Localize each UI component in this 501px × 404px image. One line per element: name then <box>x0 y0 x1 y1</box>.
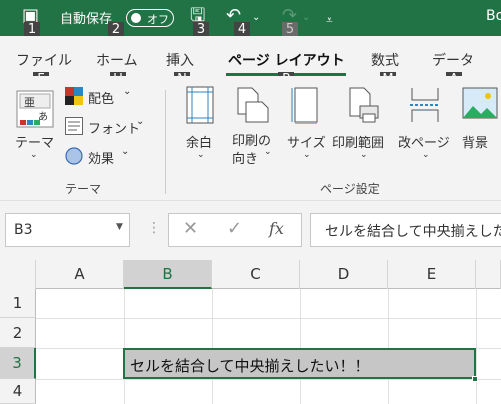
redo-dropdown-icon[interactable]: ⌄ <box>302 7 310 29</box>
orientation-label-line2: 向き <box>232 152 259 167</box>
tab-formulas[interactable]: 数式 <box>371 50 399 70</box>
orientation-button[interactable]: 印刷の 向き ⌄ <box>228 86 278 170</box>
themes-button[interactable]: 亜 あ テーマ ⌄ <box>12 90 58 166</box>
print-area-icon <box>349 87 379 123</box>
size-icon <box>291 87 318 124</box>
column-header-a[interactable]: A <box>36 260 124 289</box>
orientation-icon <box>237 87 269 123</box>
print-area-button[interactable]: 印刷範囲 ⌄ <box>332 86 394 170</box>
theme-icon: 亜 あ <box>16 90 54 128</box>
column-headers: A B C D E <box>0 260 501 289</box>
dropdown-arrow-icon[interactable]: ▼ <box>116 222 123 232</box>
chevron-down-icon: ⌄ <box>121 146 130 157</box>
themes-group-label: テーマ <box>65 182 102 196</box>
insert-function-icon[interactable]: fx <box>269 219 284 238</box>
more-options-icon[interactable]: ⋮ <box>147 220 161 236</box>
column-header-c[interactable]: C <box>212 260 300 289</box>
gridline <box>36 318 501 319</box>
fonts-button[interactable]: フォント ⌄ <box>65 116 150 138</box>
row-header-1[interactable]: 1 <box>0 289 36 318</box>
tab-data[interactable]: データ <box>432 50 474 70</box>
background-image-icon <box>462 87 498 119</box>
effects-icon <box>65 147 83 165</box>
margins-icon <box>186 86 214 124</box>
row-header-3[interactable]: 3 <box>0 348 36 379</box>
gridline <box>124 289 125 404</box>
cancel-icon[interactable]: ✕ <box>183 218 198 239</box>
selected-cell-range[interactable]: セルを結合して中央揃えしたい！！ <box>123 348 476 379</box>
tab-insert[interactable]: 挿入 <box>166 50 194 70</box>
gridline <box>36 379 501 380</box>
colors-label: 配色 <box>88 92 115 107</box>
column-header-e[interactable]: E <box>388 260 476 289</box>
breaks-label: 改ページ <box>398 136 450 151</box>
confirm-icon[interactable]: ✓ <box>227 218 242 239</box>
tab-home[interactable]: ホーム <box>96 50 138 70</box>
gridline <box>212 289 213 404</box>
title-bar: ▣ 1 自動保存 2 オフ 🖫 3 ↶ ⌄ 4 ↷ ⌄ 5 ⩡ Bo <box>0 0 501 39</box>
column-header-b[interactable]: B <box>124 260 212 289</box>
formula-text: セルを結合して中央揃えしたい！！ <box>325 224 501 240</box>
margins-label: 余白 <box>186 136 213 151</box>
chevron-down-icon: ⌄ <box>360 150 368 160</box>
undo-dropdown-icon[interactable]: ⌄ <box>252 7 260 29</box>
name-box-value: B3 <box>14 222 33 238</box>
gridline <box>476 289 477 404</box>
breaks-button[interactable]: 改ページ ⌄ <box>396 86 456 170</box>
colors-button[interactable]: 配色 ⌄ <box>65 86 145 108</box>
chevron-down-icon: ⌄ <box>30 150 38 160</box>
svg-text:亜: 亜 <box>24 96 35 109</box>
chevron-down-icon: ⌄ <box>123 86 132 97</box>
autosave-label: 自動保存 <box>60 12 113 27</box>
print-area-label: 印刷範囲 <box>332 136 385 151</box>
chevron-down-icon: ⌄ <box>303 150 311 160</box>
background-button[interactable]: 背景 <box>460 86 501 170</box>
window-title: Bo <box>486 8 501 24</box>
chevron-down-icon: ⌄ <box>422 150 430 160</box>
autosave-toggle[interactable]: オフ <box>126 9 174 27</box>
group-divider <box>165 90 166 194</box>
select-all-corner[interactable] <box>0 260 36 289</box>
effects-label: 効果 <box>88 152 115 167</box>
formula-tools: ✕ ✓ fx <box>168 213 302 247</box>
theme-label: テーマ <box>15 136 55 151</box>
margins-button[interactable]: 余白 ⌄ <box>182 86 218 170</box>
chevron-down-icon: ⌄ <box>136 116 145 127</box>
effects-button[interactable]: 効果 ⌄ <box>65 146 140 168</box>
size-label: サイズ <box>287 136 326 151</box>
autosave-state: オフ <box>147 13 169 26</box>
customize-toolbar-icon[interactable]: ⩡ <box>326 9 333 31</box>
tab-file[interactable]: ファイル <box>16 50 72 70</box>
gridline <box>300 289 301 404</box>
ribbon-tabs: ファイル ホーム 挿入 ページ レイアウト 数式 データ <box>0 36 501 76</box>
row-header-2[interactable]: 2 <box>0 318 36 348</box>
column-header-d[interactable]: D <box>300 260 388 289</box>
page-setup-group-label: ページ設定 <box>320 182 380 196</box>
fonts-label: フォント <box>88 122 141 137</box>
toggle-knob <box>131 13 141 23</box>
tab-page-layout[interactable]: ページ レイアウト <box>228 50 345 70</box>
page-break-icon <box>410 88 440 122</box>
chevron-down-icon: ⌄ <box>197 150 205 160</box>
cell-text: セルを結合して中央揃えしたい！！ <box>130 357 370 375</box>
row-header-4[interactable]: 4 <box>0 379 36 404</box>
fill-handle[interactable] <box>472 376 478 382</box>
name-box[interactable]: B3 ▼ <box>5 213 130 247</box>
column-header-partial[interactable] <box>476 260 501 289</box>
size-button[interactable]: サイズ ⌄ <box>285 86 326 170</box>
background-label: 背景 <box>462 136 489 151</box>
color-palette-icon <box>65 87 83 105</box>
fonts-icon <box>65 117 83 135</box>
formula-input[interactable]: セルを結合して中央揃えしたい！！ <box>310 213 501 247</box>
gridline <box>388 289 389 404</box>
chevron-down-icon: ⌄ <box>264 147 272 157</box>
